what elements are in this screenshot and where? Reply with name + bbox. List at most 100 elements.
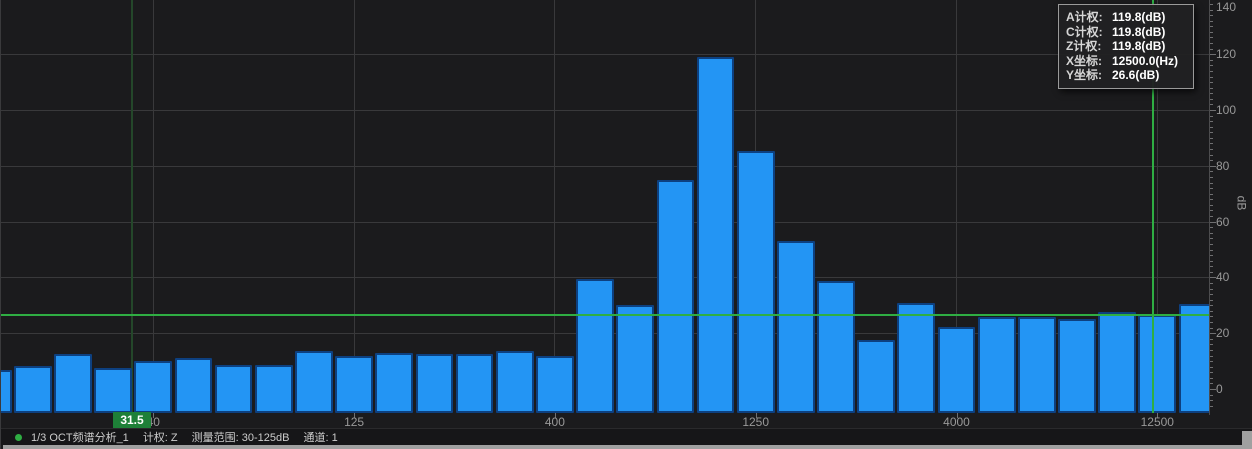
cursor-frequency-badge[interactable]: 31.5 — [113, 412, 151, 428]
bar-25hz[interactable] — [54, 354, 92, 413]
bar-125hz[interactable] — [335, 356, 373, 413]
bar-80hz[interactable] — [255, 365, 293, 413]
tooltip-row: C计权:119.8(dB) — [1066, 25, 1187, 40]
y-minor-tick — [1210, 339, 1213, 340]
bar-1600hz[interactable] — [777, 241, 815, 413]
tooltip-label: A计权: — [1066, 10, 1112, 25]
y-minor-tick — [1210, 49, 1213, 50]
bar-5000hz[interactable] — [978, 317, 1016, 413]
chart-plot-area[interactable] — [1, 0, 1209, 413]
y-minor-tick — [1210, 10, 1213, 11]
bar-1250hz[interactable] — [737, 151, 775, 413]
y-minor-tick — [1210, 155, 1213, 156]
y-tick-label: 140 — [1216, 0, 1250, 14]
y-minor-tick — [1210, 322, 1213, 323]
y-minor-tick — [1210, 127, 1213, 128]
y-minor-tick — [1210, 255, 1213, 256]
y-minor-tick — [1210, 205, 1213, 206]
y-minor-tick — [1210, 93, 1213, 94]
bar-16hz[interactable] — [1, 370, 12, 413]
y-minor-tick — [1210, 383, 1213, 384]
y-minor-tick — [1210, 250, 1213, 251]
bar-50hz[interactable] — [175, 358, 213, 413]
y-minor-tick — [1210, 15, 1213, 16]
bar-40hz[interactable] — [134, 361, 172, 413]
bar-6300hz[interactable] — [1018, 317, 1056, 413]
cursor-hline-26-6db[interactable] — [1, 314, 1209, 316]
bar-630hz[interactable] — [616, 305, 654, 413]
y-minor-tick — [1210, 104, 1213, 105]
bar-160hz[interactable] — [375, 353, 413, 413]
y-minor-tick — [1210, 400, 1213, 401]
y-minor-tick — [1210, 183, 1213, 184]
y-minor-tick — [1210, 367, 1213, 368]
bar-1000hz[interactable] — [697, 57, 735, 413]
bar-250hz[interactable] — [456, 354, 494, 413]
bar-500hz[interactable] — [576, 279, 614, 413]
bar-63hz[interactable] — [215, 365, 253, 413]
y-minor-tick — [1210, 88, 1213, 89]
tooltip-label: C计权: — [1066, 25, 1112, 40]
y-minor-tick — [1210, 132, 1213, 133]
tooltip-value: 119.8(dB) — [1112, 10, 1187, 25]
y-minor-tick — [1210, 60, 1213, 61]
bar-4000hz[interactable] — [938, 327, 976, 413]
scrollbar-corner[interactable] — [1242, 431, 1252, 449]
y-minor-tick — [1210, 294, 1213, 295]
bar-2000hz[interactable] — [817, 281, 855, 413]
y-minor-tick — [1210, 238, 1213, 239]
y-minor-tick — [1210, 99, 1213, 100]
bar-200hz[interactable] — [416, 354, 454, 413]
y-minor-tick — [1210, 356, 1213, 357]
bar-315hz[interactable] — [496, 351, 534, 413]
y-minor-tick — [1210, 289, 1213, 290]
y-minor-tick — [1210, 143, 1213, 144]
status-measurement-title: 1/3 OCT频谱分析_1 — [31, 429, 129, 445]
bar-2500hz[interactable] — [857, 340, 895, 413]
y-minor-tick — [1210, 43, 1213, 44]
y-minor-tick — [1210, 188, 1213, 189]
gridline-horizontal — [1, 166, 1209, 167]
bar-400hz[interactable] — [536, 356, 574, 413]
gridline-horizontal — [1, 277, 1209, 278]
gridline-vertical — [554, 0, 555, 413]
y-tick-label: 20 — [1216, 326, 1250, 340]
y-minor-tick — [1210, 233, 1213, 234]
y-minor-tick — [1210, 395, 1213, 396]
y-minor-tick — [1210, 160, 1213, 161]
y-minor-tick — [1210, 372, 1213, 373]
bar-100hz[interactable] — [295, 351, 333, 413]
bar-10000hz[interactable] — [1098, 312, 1136, 413]
y-minor-tick — [1210, 171, 1213, 172]
y-axis-title: dB — [1234, 196, 1248, 211]
y-minor-tick — [1210, 316, 1213, 317]
y-tick-label: 40 — [1216, 270, 1250, 284]
y-minor-tick — [1210, 21, 1213, 22]
y-minor-tick — [1210, 266, 1213, 267]
y-minor-tick — [1210, 82, 1213, 83]
y-minor-tick — [1210, 199, 1213, 200]
y-minor-tick — [1210, 32, 1213, 33]
spectrum-analyzer-window: 020406080100120140 401254001250400012500… — [0, 0, 1252, 449]
y-minor-tick — [1210, 361, 1213, 362]
bar-16000hz[interactable] — [1179, 304, 1209, 413]
y-minor-tick — [1210, 216, 1213, 217]
y-tick-label: 100 — [1216, 103, 1250, 117]
bar-12500hz[interactable] — [1138, 315, 1176, 413]
status-bar: 1/3 OCT频谱分析_1计权: Z测量范围: 30-125dB通道: 1 — [1, 428, 1252, 445]
y-minor-tick — [1210, 37, 1213, 38]
bar-800hz[interactable] — [657, 180, 695, 413]
marker-line-31-5hz[interactable] — [131, 0, 133, 413]
y-minor-tick — [1210, 350, 1213, 351]
tooltip-label: Z计权: — [1066, 39, 1112, 54]
y-minor-tick — [1210, 77, 1213, 78]
bar-20hz[interactable] — [14, 366, 52, 413]
bar-31.5hz[interactable] — [94, 368, 132, 413]
horizontal-scrollbar[interactable] — [3, 445, 1243, 449]
tooltip-row: Y坐标:26.6(dB) — [1066, 68, 1187, 83]
bar-3150hz[interactable] — [897, 303, 935, 413]
bar-8000hz[interactable] — [1058, 319, 1096, 413]
status-item: 测量范围: 30-125dB — [192, 429, 290, 445]
gridline-horizontal — [1, 54, 1209, 55]
tooltip-value: 26.6(dB) — [1112, 68, 1187, 83]
